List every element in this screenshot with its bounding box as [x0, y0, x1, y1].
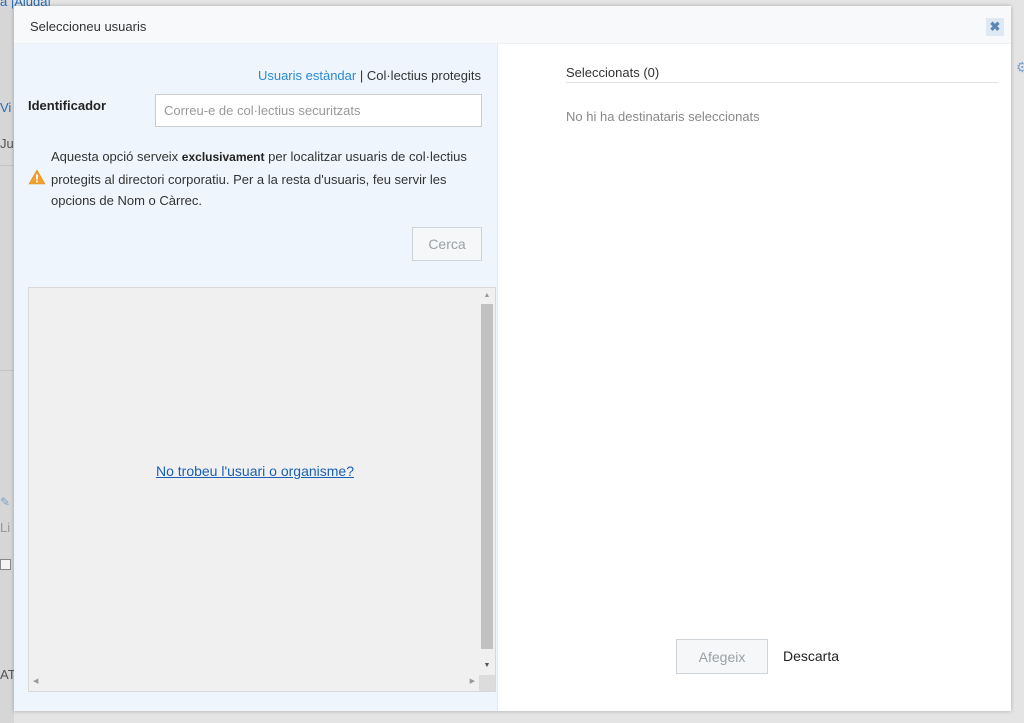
vertical-scrollbar[interactable]: ▲ ▼	[479, 288, 495, 676]
paperclip-icon: ✎	[0, 495, 11, 509]
warning-text-bold: exclusivament	[181, 150, 265, 164]
discard-button[interactable]: Descarta	[783, 648, 839, 664]
background-fragment-ju: Ju	[0, 136, 14, 151]
gear-icon: ⚙	[1016, 59, 1024, 75]
add-button[interactable]: Afegeix	[676, 639, 768, 674]
vertical-scroll-thumb[interactable]	[481, 304, 493, 649]
user-not-found-link[interactable]: No trobeu l'usuari o organisme?	[29, 463, 481, 479]
search-mode-switch: Usuaris estàndar | Col·lectius protegits	[258, 68, 481, 83]
selected-header: Seleccionats (0)	[566, 65, 998, 83]
search-button[interactable]: Cerca	[412, 227, 482, 261]
warning-icon	[28, 169, 46, 185]
background-fragment-vi: Vi	[0, 100, 12, 115]
identifier-input[interactable]	[155, 94, 482, 127]
background-divider	[0, 165, 14, 166]
mode-separator: |	[356, 68, 367, 83]
dialog-title: Seleccioneu usuaris	[30, 19, 147, 34]
select-users-dialog: Seleccioneu usuaris ✖ Usuaris estàndar |…	[14, 6, 1011, 711]
standard-users-link[interactable]: Usuaris estàndar	[258, 68, 356, 83]
horizontal-scrollbar[interactable]: ◀ ▶	[29, 675, 481, 691]
selected-empty-message: No hi ha destinataris seleccionats	[566, 109, 760, 124]
warning-message: Aquesta opció serveix exclusivament per …	[51, 146, 481, 212]
identifier-label: Identificador	[28, 98, 107, 113]
search-results-panel: No trobeu l'usuari o organisme? ▲ ▼ ◀ ▶	[28, 287, 496, 692]
scroll-down-arrow-icon[interactable]: ▼	[479, 660, 495, 672]
dialog-header: Seleccioneu usuaris ✖	[14, 6, 1011, 44]
background-checkbox	[0, 559, 11, 570]
scrollbar-corner	[479, 675, 495, 691]
close-icon[interactable]: ✖	[986, 18, 1004, 36]
scroll-left-arrow-icon[interactable]: ◀	[33, 677, 38, 685]
background-divider	[0, 370, 14, 371]
warning-text-prefix: Aquesta opció serveix	[51, 149, 182, 164]
protected-groups-tab[interactable]: Col·lectius protegits	[367, 68, 481, 83]
search-pane: Usuaris estàndar | Col·lectius protegits…	[14, 44, 498, 711]
scroll-up-arrow-icon[interactable]: ▲	[479, 290, 495, 302]
background-fragment-li: Li	[0, 520, 11, 535]
scroll-right-arrow-icon[interactable]: ▶	[470, 677, 475, 685]
selected-pane: Seleccionats (0) No hi ha destinataris s…	[498, 44, 1011, 711]
